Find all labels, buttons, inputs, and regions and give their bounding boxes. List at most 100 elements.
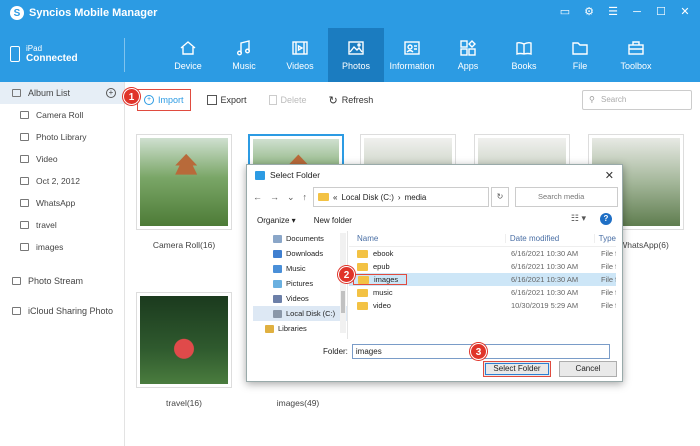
dialog-command-bar: Organize ▾ New folder ☷ ▾ ? xyxy=(253,211,616,229)
scrollbar-thumb[interactable] xyxy=(341,291,345,313)
video-icon xyxy=(292,41,308,55)
sidebar-item-images[interactable]: images xyxy=(0,236,124,258)
back-arrow-icon[interactable]: ← xyxy=(253,192,262,202)
sidebar-item-whatsapp[interactable]: WhatsApp xyxy=(0,192,124,214)
music-folder-icon xyxy=(273,264,282,273)
breadcrumb-drive[interactable]: Local Disk (C:) xyxy=(341,193,393,202)
file-row-epub[interactable]: epub 6/16/2021 10:30 AM File fo xyxy=(349,260,616,273)
dialog-refresh-icon[interactable]: ↻ xyxy=(491,187,509,207)
nav-toolbox[interactable]: Toolbox xyxy=(608,28,664,82)
sidebar-photo-stream[interactable]: Photo Stream xyxy=(0,266,124,296)
search-input[interactable]: Search xyxy=(582,90,692,110)
add-album-icon[interactable]: + xyxy=(106,88,116,98)
file-row-music[interactable]: music 6/16/2021 10:30 AM File fo xyxy=(349,286,616,299)
address-bar[interactable]: « Local Disk (C:) › media xyxy=(313,187,489,207)
sidebar: Album List + Camera Roll Photo Library V… xyxy=(0,82,125,446)
nav-device[interactable]: Device xyxy=(160,28,216,82)
nav-pane-videos[interactable]: Videos xyxy=(253,291,347,306)
sidebar-item-travel[interactable]: travel xyxy=(0,214,124,236)
folder-field-row: Folder: images xyxy=(253,343,616,359)
header-divider xyxy=(124,38,125,72)
nav-pane-downloads[interactable]: Downloads xyxy=(253,246,347,261)
trash-icon xyxy=(268,95,277,105)
forward-arrow-icon[interactable]: → xyxy=(270,192,279,202)
import-button[interactable]: + Import xyxy=(137,89,191,111)
syncios-logo-icon: S xyxy=(10,6,24,20)
album-travel[interactable]: travel(16) xyxy=(136,292,232,408)
delete-button[interactable]: Delete xyxy=(263,89,313,111)
column-type[interactable]: Type xyxy=(593,234,616,243)
dialog-search-input[interactable]: Search media xyxy=(515,187,618,207)
toolbox-icon xyxy=(628,41,644,55)
date-album-icon xyxy=(20,177,29,185)
documents-icon xyxy=(273,234,282,243)
minimize-icon[interactable]: ─ xyxy=(630,5,644,19)
close-icon[interactable]: ✕ xyxy=(678,5,692,19)
select-folder-button[interactable]: Select Folder xyxy=(483,361,551,377)
album-label: WhatsApp(6) xyxy=(619,240,669,250)
refresh-button[interactable]: ↻ Refresh xyxy=(323,89,380,111)
nav-music[interactable]: Music xyxy=(216,28,272,82)
maximize-icon[interactable]: ☐ xyxy=(654,5,668,19)
downloads-icon xyxy=(273,249,282,258)
cancel-button[interactable]: Cancel xyxy=(559,361,617,377)
file-row-video[interactable]: video 10/30/2019 5:29 AM File fo xyxy=(349,299,616,312)
file-row-images[interactable]: images 6/16/2021 10:30 AM File fo xyxy=(349,273,616,286)
sidebar-item-oct-2-2012[interactable]: Oct 2, 2012 xyxy=(0,170,124,192)
feedback-icon[interactable]: ▭ xyxy=(558,5,572,19)
refresh-icon: ↻ xyxy=(328,94,338,107)
album-cover-image xyxy=(140,138,228,226)
step-badge-1: 1 xyxy=(123,88,140,105)
breadcrumb-folder[interactable]: media xyxy=(405,193,427,202)
nav-books[interactable]: Books xyxy=(496,28,552,82)
view-options-icon[interactable]: ☷ ▾ xyxy=(571,213,586,224)
travel-album-icon xyxy=(20,221,29,229)
folder-icon xyxy=(318,193,329,201)
album-camera-roll[interactable]: Camera Roll(16) xyxy=(136,134,232,250)
new-folder-button[interactable]: New folder xyxy=(314,216,352,225)
app-title: S Syncios Mobile Manager xyxy=(10,6,157,20)
device-name: iPad xyxy=(26,44,43,53)
column-name[interactable]: Name xyxy=(349,234,505,243)
nav-pane-libraries[interactable]: Libraries xyxy=(253,321,347,336)
folder-label: Folder: xyxy=(323,346,348,356)
main-nav: Device Music Videos Photos Information A… xyxy=(160,28,664,82)
sidebar-item-photo-library[interactable]: Photo Library xyxy=(0,126,124,148)
app-header: S Syncios Mobile Manager ▭ ⚙ ☰ ─ ☐ ✕ iPa… xyxy=(0,0,700,82)
app-title-text: Syncios Mobile Manager xyxy=(29,7,158,19)
sidebar-item-camera-roll[interactable]: Camera Roll xyxy=(0,104,124,126)
up-arrow-icon[interactable]: ↑ xyxy=(303,192,308,202)
plus-circle-icon: + xyxy=(144,95,154,105)
settings-gear-icon[interactable]: ⚙ xyxy=(582,5,596,19)
nav-pane-music[interactable]: Music xyxy=(253,261,347,276)
nav-videos[interactable]: Videos xyxy=(272,28,328,82)
sidebar-icloud-sharing[interactable]: iCloud Sharing Photo xyxy=(0,296,124,326)
nav-file[interactable]: File xyxy=(552,28,608,82)
window-controls: ▭ ⚙ ☰ ─ ☐ ✕ xyxy=(558,5,692,19)
help-icon[interactable]: ? xyxy=(600,213,612,225)
export-button[interactable]: Export xyxy=(201,89,253,111)
organize-button[interactable]: Organize ▾ xyxy=(257,216,296,225)
nav-photos[interactable]: Photos xyxy=(328,28,384,82)
device-info[interactable]: iPad Connected xyxy=(10,44,78,64)
select-folder-dialog: Select Folder ✕ ← → ⌄ ↑ « Local Disk (C:… xyxy=(246,164,623,382)
dialog-close-icon[interactable]: ✕ xyxy=(605,169,614,182)
nav-pane-documents[interactable]: Documents xyxy=(253,231,347,246)
column-date-modified[interactable]: Date modified xyxy=(504,234,594,243)
nav-apps[interactable]: Apps xyxy=(440,28,496,82)
nav-pane-local-disk[interactable]: Local Disk (C:) xyxy=(253,306,347,321)
folder-icon xyxy=(357,301,368,310)
album-label: images(49) xyxy=(276,398,320,408)
recent-dropdown-icon[interactable]: ⌄ xyxy=(287,192,295,203)
folder-icon xyxy=(572,42,588,55)
nav-pane-pictures[interactable]: Pictures xyxy=(253,276,347,291)
nav-pane-scrollbar[interactable] xyxy=(340,233,346,333)
book-icon xyxy=(516,41,532,55)
menu-icon[interactable]: ☰ xyxy=(606,5,620,19)
navigation-pane: Documents Downloads Music Pictures Video… xyxy=(253,231,348,339)
file-row-ebook[interactable]: ebook 6/16/2021 10:30 AM File fo xyxy=(349,247,616,260)
dialog-title: Select Folder xyxy=(270,170,321,180)
sidebar-album-list[interactable]: Album List + xyxy=(0,82,124,104)
sidebar-item-video[interactable]: Video xyxy=(0,148,124,170)
nav-information[interactable]: Information xyxy=(384,28,440,82)
